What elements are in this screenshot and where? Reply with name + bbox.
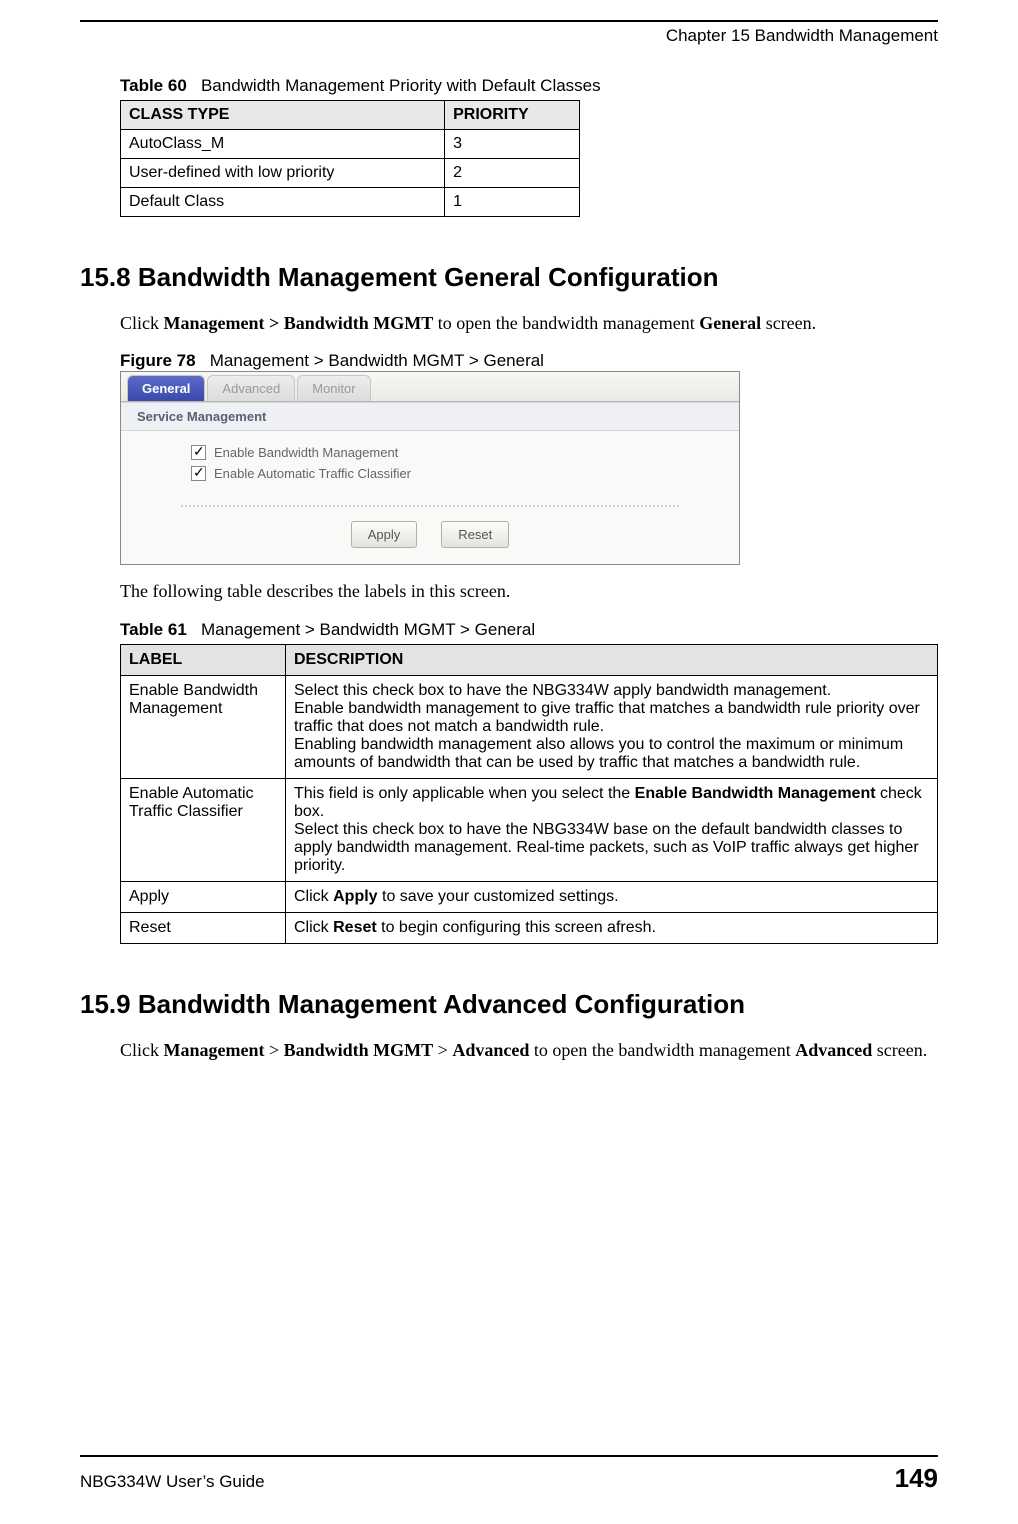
table-row: Default Class 1 (121, 188, 580, 217)
table61-h2: DESCRIPTION (286, 644, 938, 675)
section-15-8-body: Click Management > Bandwidth MGMT to ope… (120, 311, 938, 335)
checkbox-enable-classifier[interactable] (191, 466, 206, 481)
tab-general[interactable]: General (127, 375, 205, 401)
tab-advanced[interactable]: Advanced (207, 375, 295, 401)
checkbox-label: Enable Bandwidth Management (214, 445, 398, 460)
service-management-title: Service Management (121, 402, 739, 431)
figure78-screenshot: General Advanced Monitor Service Managem… (120, 371, 740, 565)
table60: CLASS TYPE PRIORITY AutoClass_M 3 User-d… (120, 100, 580, 217)
section-15-8-heading: 15.8 Bandwidth Management General Config… (80, 262, 938, 293)
apply-button[interactable]: Apply (351, 521, 418, 548)
table61-h1: LABEL (121, 644, 286, 675)
table60-h1: CLASS TYPE (121, 101, 445, 130)
table-row: User-defined with low priority 2 (121, 159, 580, 188)
table-row: Reset Click Reset to begin configuring t… (121, 912, 938, 943)
table60-caption: Table 60 Bandwidth Management Priority w… (120, 76, 938, 96)
page-number: 149 (895, 1463, 938, 1494)
table-row: Enable Automatic Traffic Classifier This… (121, 778, 938, 881)
table60-h2: PRIORITY (445, 101, 580, 130)
table61: LABEL DESCRIPTION Enable Bandwidth Manag… (120, 644, 938, 944)
section-15-9-body: Click Management > Bandwidth MGMT > Adva… (120, 1038, 938, 1062)
figure78-caption: Figure 78 Management > Bandwidth MGMT > … (120, 351, 938, 371)
tab-monitor[interactable]: Monitor (297, 375, 370, 401)
table-row: AutoClass_M 3 (121, 130, 580, 159)
table-row: Apply Click Apply to save your customize… (121, 881, 938, 912)
checkbox-enable-bandwidth[interactable] (191, 445, 206, 460)
table61-intro: The following table describes the labels… (120, 579, 938, 603)
tab-bar: General Advanced Monitor (121, 372, 739, 402)
chapter-title: Chapter 15 Bandwidth Management (666, 26, 938, 46)
checkbox-label: Enable Automatic Traffic Classifier (214, 466, 411, 481)
reset-button[interactable]: Reset (441, 521, 509, 548)
table-row: Enable Bandwidth Management Select this … (121, 675, 938, 778)
table61-caption: Table 61 Management > Bandwidth MGMT > G… (120, 620, 938, 640)
section-15-9-heading: 15.9 Bandwidth Management Advanced Confi… (80, 989, 938, 1020)
footer-guide: NBG334W User’s Guide (80, 1472, 265, 1492)
